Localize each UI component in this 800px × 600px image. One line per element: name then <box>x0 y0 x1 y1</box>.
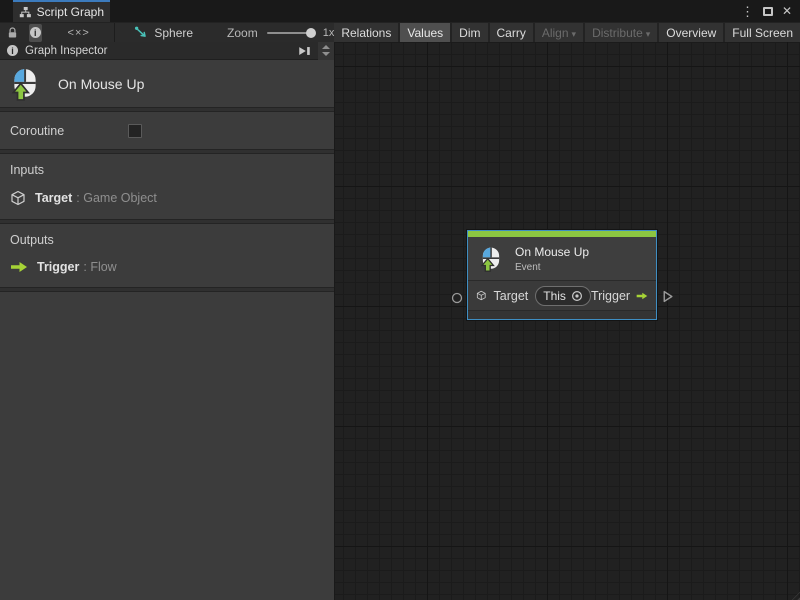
lock-button[interactable] <box>6 26 19 40</box>
node-title: On Mouse Up <box>515 245 589 259</box>
full-screen-button[interactable]: Full Screen <box>725 23 800 43</box>
node-trigger-label: Trigger <box>591 289 630 303</box>
flow-arrow-icon <box>10 261 28 273</box>
dim-button[interactable]: Dim <box>452 23 487 43</box>
align-dropdown[interactable]: Align▾ <box>535 23 583 43</box>
script-graph-window: Script Graph ⋮ ✕ i <×> Sphere Zoom <box>0 0 800 600</box>
graph-canvas[interactable]: On Mouse Up Event Target This Trigger <box>335 42 800 600</box>
coroutine-checkbox[interactable] <box>128 124 142 138</box>
breadcrumb-sphere[interactable]: Sphere <box>154 26 193 40</box>
window-menu-icon[interactable]: ⋮ <box>741 5 754 18</box>
graph-hierarchy-icon <box>19 6 32 19</box>
crosshair-icon <box>571 290 583 302</box>
on-mouse-up-node[interactable]: On Mouse Up Event Target This Trigger <box>467 230 657 320</box>
close-icon[interactable]: ✕ <box>782 5 792 17</box>
carry-button[interactable]: Carry <box>490 23 533 43</box>
align-label: Align <box>542 26 569 40</box>
inspector-toggle-button[interactable]: i <box>29 24 42 42</box>
zoom-label: Zoom <box>227 26 258 40</box>
values-button[interactable]: Values <box>400 23 450 43</box>
dock-panel-button[interactable] <box>291 44 318 58</box>
tab-label: Script Graph <box>37 5 104 19</box>
unit-title-block: On Mouse Up <box>0 60 334 107</box>
target-value-text: This <box>543 289 566 303</box>
node-input-flow-port[interactable] <box>451 291 463 309</box>
zoom-slider[interactable] <box>267 32 312 34</box>
view-buttons-group: Relations Values Dim Carry Align▾ Distri… <box>334 23 800 43</box>
chevron-down-icon: ▾ <box>646 29 651 39</box>
graph-inspector-header: i Graph Inspector <box>0 42 334 60</box>
lock-icon <box>6 26 19 40</box>
inputs-section: Inputs Target : Game Object <box>0 154 334 219</box>
code-preview-icon[interactable]: <×> <box>68 27 90 39</box>
mouse-up-icon <box>8 67 42 101</box>
spinner-down-icon[interactable] <box>322 52 330 56</box>
cube-icon <box>10 190 26 206</box>
chevron-down-icon: ▾ <box>572 29 577 39</box>
maximize-icon[interactable] <box>763 7 773 16</box>
relations-button[interactable]: Relations <box>334 23 398 43</box>
zoom-value: 1x <box>323 27 335 39</box>
cube-icon <box>476 288 487 303</box>
inputs-header: Inputs <box>10 163 334 177</box>
window-controls: ⋮ ✕ <box>741 0 800 22</box>
output-port-name: Trigger <box>37 260 79 274</box>
outputs-section: Outputs Trigger : Flow <box>0 224 334 287</box>
input-port-row: Target : Game Object <box>10 190 334 206</box>
coroutine-label: Coroutine <box>10 124 64 138</box>
mouse-up-icon <box>478 246 504 272</box>
output-port-type: : Flow <box>83 260 116 274</box>
info-icon: i <box>30 27 41 38</box>
output-port-row: Trigger : Flow <box>10 260 334 274</box>
node-header[interactable]: On Mouse Up Event <box>468 237 656 281</box>
resize-grip[interactable] <box>789 589 800 600</box>
graph-inspector-title: Graph Inspector <box>25 45 291 57</box>
node-target-label: Target <box>494 289 529 303</box>
flow-arrow-icon <box>636 290 648 302</box>
distribute-dropdown[interactable]: Distribute▾ <box>585 23 657 43</box>
coroutine-row: Coroutine <box>0 112 334 149</box>
graph-inspector-panel: i Graph Inspector On Mouse Up <box>0 42 335 600</box>
toolbar-divider <box>114 23 115 43</box>
node-body: Target This Trigger <box>468 281 656 310</box>
input-port-name: Target <box>35 191 72 205</box>
graph-toolbar: i <×> Sphere Zoom 1x Relations Values Di… <box>0 22 800 42</box>
graph-pointer-icon <box>134 26 148 40</box>
inspector-empty-area <box>0 292 334 600</box>
input-port-type: : Game Object <box>76 191 157 205</box>
zoom-slider-knob[interactable] <box>306 28 316 38</box>
overview-button[interactable]: Overview <box>659 23 723 43</box>
spinner-up-icon[interactable] <box>322 45 330 49</box>
tab-script-graph[interactable]: Script Graph <box>13 0 110 22</box>
panel-spinner[interactable] <box>318 42 334 60</box>
unit-title: On Mouse Up <box>58 76 144 92</box>
node-subtitle: Event <box>515 262 589 273</box>
dock-icon <box>297 44 312 58</box>
outputs-header: Outputs <box>10 233 334 247</box>
info-icon: i <box>7 45 18 56</box>
distribute-label: Distribute <box>592 26 643 40</box>
tab-bar: Script Graph ⋮ ✕ <box>0 0 800 22</box>
node-footer <box>468 310 656 319</box>
node-output-flow-port[interactable] <box>661 290 674 308</box>
target-value-chip[interactable]: This <box>535 286 591 306</box>
